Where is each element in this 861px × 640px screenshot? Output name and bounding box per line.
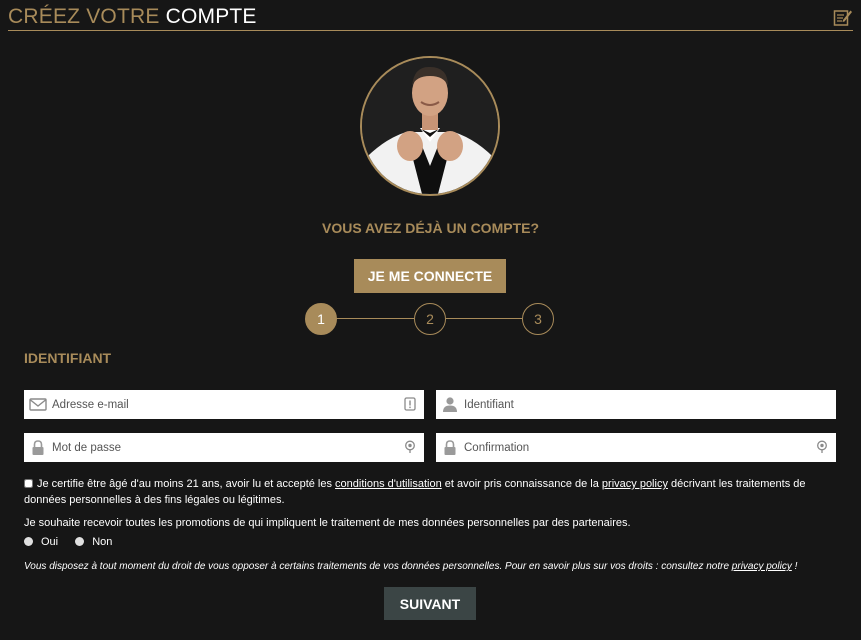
terms-link[interactable]: conditions d'utilisation (335, 478, 442, 490)
section-title: IDENTIFIANT (24, 350, 112, 366)
radio-label-yes: Oui (41, 536, 59, 548)
envelope-icon (29, 396, 47, 413)
step-3: 3 (522, 303, 554, 335)
edit-note-icon[interactable] (833, 7, 853, 27)
user-icon (441, 396, 459, 413)
confirm-password-input[interactable] (464, 433, 804, 462)
step-1: 1 (305, 303, 337, 335)
avatar (360, 56, 500, 196)
lock-icon (29, 439, 47, 456)
legal-notice-text: Vous disposez à tout moment du droit de … (24, 561, 732, 572)
promotions-question: Je souhaite recevoir toutes les promotio… (24, 517, 631, 529)
login-button[interactable]: JE ME CONNECTE (354, 259, 506, 293)
location-pin-icon (816, 440, 828, 454)
page-title-part1: CRÉEZ VOTRE (8, 5, 160, 28)
step-connector (446, 318, 522, 319)
page-title-part2: COMPTE (165, 5, 257, 28)
privacy-policy-link[interactable]: privacy policy (602, 478, 668, 490)
email-input[interactable] (52, 390, 392, 419)
consent-text-middle: et avoir pris connaissance de la (441, 478, 602, 490)
password-field-container (24, 433, 424, 462)
password-input[interactable] (52, 433, 392, 462)
confirm-field-container (436, 433, 836, 462)
legal-notice: Vous disposez à tout moment du droit de … (24, 561, 797, 572)
step-connector (336, 318, 414, 319)
username-input[interactable] (464, 390, 824, 419)
email-field-container (24, 390, 424, 419)
lock-icon (441, 439, 459, 456)
promotions-options: Oui Non (24, 536, 126, 548)
page-title: CRÉEZ VOTRE COMPTE (8, 5, 257, 29)
step-2: 2 (414, 303, 446, 335)
step-indicator: 1 2 3 (305, 303, 555, 335)
location-pin-icon (404, 440, 416, 454)
alert-box-icon (404, 397, 416, 411)
existing-account-question: VOUS AVEZ DÉJÀ UN COMPTE? (321, 220, 540, 236)
privacy-policy-link[interactable]: privacy policy (732, 561, 792, 572)
radio-button[interactable] (75, 537, 85, 546)
promotions-option-no[interactable]: Non (75, 536, 112, 548)
age-consent: Je certifie être âgé d'au moins 21 ans, … (24, 476, 836, 508)
next-button[interactable]: SUIVANT (384, 587, 476, 620)
consent-text-start: Je certifie être âgé d'au moins 21 ans, … (37, 478, 336, 490)
consent-checkbox[interactable] (24, 479, 33, 488)
promotions-option-yes[interactable]: Oui (24, 536, 58, 548)
radio-button[interactable] (24, 537, 33, 546)
username-field-container (436, 390, 836, 419)
page-header: CRÉEZ VOTRE COMPTE (8, 2, 853, 31)
radio-label-no: Non (92, 536, 113, 548)
legal-notice-suffix: ! (791, 561, 798, 572)
